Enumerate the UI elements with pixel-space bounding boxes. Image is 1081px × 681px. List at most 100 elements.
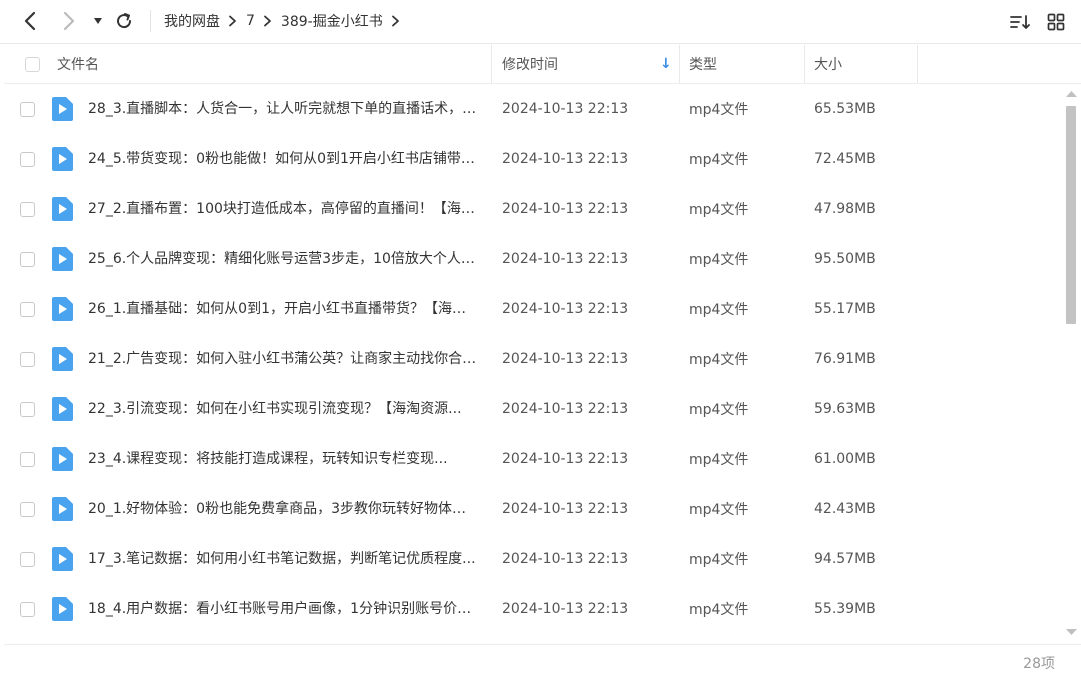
row-checkbox-cell[interactable] [20,84,35,134]
video-file-icon [52,397,73,421]
video-file-icon [52,147,73,171]
row-checkbox-cell[interactable] [20,284,35,334]
table-row[interactable]: 21_2.广告变现：如何入驻小红书蒲公英？让商家主动找你合作... 2024-10… [4,334,1062,384]
file-name-cell[interactable]: 26_1.直播基础：如何从0到1，开启小红书直播带货？【海淘资源... [88,284,478,334]
file-name-cell[interactable]: 20_1.好物体验：0粉也能免费拿商品，3步教你玩转好物体验... [88,484,478,534]
row-checkbox-cell[interactable] [20,484,35,534]
grid-view-button[interactable] [1045,11,1067,33]
history-dropdown-button[interactable] [90,8,106,34]
scroll-down-arrow-icon[interactable] [1065,628,1078,636]
file-name-cell[interactable]: 23_4.课程变现：将技能打造成课程，玩转知识专栏变现... [88,434,478,484]
row-checkbox-cell[interactable] [20,234,35,284]
file-name[interactable]: 23_4.课程变现：将技能打造成课程，玩转知识专栏变现... [88,434,478,484]
table-row[interactable]: 20_1.好物体验：0粉也能免费拿商品，3步教你玩转好物体验... 2024-10… [4,484,1062,534]
row-checkbox[interactable] [20,201,35,217]
video-file-icon [52,297,73,321]
row-checkbox-cell[interactable] [20,334,35,384]
file-name-cell[interactable]: 17_3.笔记数据：如何用小红书笔记数据，判断笔记优质程度... [88,534,478,584]
breadcrumb-item-root[interactable]: 我的网盘 [164,11,220,31]
file-name[interactable]: 24_5.带货变现：0粉也能做！如何从0到1开启小红书店铺带货？【海淘资源... [88,134,478,184]
column-header-modified[interactable]: 修改时间 [502,45,558,83]
select-all-checkbox-cell[interactable] [25,45,40,83]
file-name[interactable]: 25_6.个人品牌变现：精细化账号运营3步走，10倍放大个人价值... [88,234,478,284]
file-name[interactable]: 21_2.广告变现：如何入驻小红书蒲公英？让商家主动找你合作... [88,334,478,384]
row-checkbox-cell[interactable] [20,134,35,184]
column-divider [491,45,492,83]
row-checkbox[interactable] [20,351,35,367]
modified-time: 2024-10-13 22:13 [502,601,629,617]
file-name[interactable]: 27_2.直播布置：100块打造低成本，高停留的直播间！【海淘资源... [88,184,478,234]
file-size: 94.57MB [814,551,876,567]
row-checkbox-cell[interactable] [20,434,35,484]
table-row[interactable]: 23_4.课程变现：将技能打造成课程，玩转知识专栏变现... 2024-10-13… [4,434,1062,484]
table-row[interactable]: 22_3.引流变现：如何在小红书实现引流变现？【海淘资源... 2024-10-1… [4,384,1062,434]
modified-time: 2024-10-13 22:13 [502,551,629,567]
file-name-cell[interactable]: 28_3.直播脚本：人货合一，让人听完就想下单的直播话术，绝不冷场！【海淘资源.… [88,84,478,134]
file-name[interactable]: 28_3.直播脚本：人货合一，让人听完就想下单的直播话术，绝不冷场！【海淘资源.… [88,84,478,134]
file-name-cell[interactable]: 25_6.个人品牌变现：精细化账号运营3步走，10倍放大个人价值... [88,234,478,284]
row-checkbox[interactable] [20,151,35,167]
file-name-cell[interactable]: 24_5.带货变现：0粉也能做！如何从0到1开启小红书店铺带货？【海淘资源... [88,134,478,184]
table-row[interactable]: 18_4.用户数据：看小红书账号用户画像，1分钟识别账号价值... 2024-10… [4,584,1062,634]
row-checkbox[interactable] [20,251,35,267]
file-name[interactable]: 20_1.好物体验：0粉也能免费拿商品，3步教你玩转好物体验... [88,484,478,534]
file-name-cell[interactable]: 22_3.引流变现：如何在小红书实现引流变现？【海淘资源... [88,384,478,434]
file-type: mp4文件 [689,302,749,318]
file-size: 72.45MB [814,151,876,167]
modified-time: 2024-10-13 22:13 [502,501,629,517]
back-button[interactable] [18,8,42,34]
row-checkbox[interactable] [20,501,35,517]
scrollbar-thumb[interactable] [1066,106,1076,324]
row-checkbox-cell[interactable] [20,584,35,634]
vertical-scrollbar[interactable] [1062,84,1081,644]
file-name[interactable]: 22_3.引流变现：如何在小红书实现引流变现？【海淘资源... [88,384,478,434]
column-header-size[interactable]: 大小 [814,45,842,83]
file-name-cell[interactable]: 18_4.用户数据：看小红书账号用户画像，1分钟识别账号价值... [88,584,478,634]
file-type: mp4文件 [689,502,749,518]
row-checkbox[interactable] [20,551,35,567]
scroll-up-arrow-icon[interactable] [1065,90,1078,98]
table-row[interactable]: 28_3.直播脚本：人货合一，让人听完就想下单的直播话术，绝不冷场！【海淘资源.… [4,84,1062,134]
video-file-icon [52,497,73,521]
file-type: mp4文件 [689,252,749,268]
sort-desc-arrow-icon[interactable]: ↓ [660,45,672,83]
table-row[interactable]: 24_5.带货变现：0粉也能做！如何从0到1开启小红书店铺带货？【海淘资源...… [4,134,1062,184]
table-row[interactable]: 27_2.直播布置：100块打造低成本，高停留的直播间！【海淘资源... 2024… [4,184,1062,234]
row-checkbox[interactable] [20,101,35,117]
chevron-right-icon[interactable] [391,15,400,27]
select-all-checkbox[interactable] [25,56,40,72]
breadcrumb-item-current[interactable]: 389-掘金小红书 [281,11,383,31]
refresh-icon [117,13,132,29]
file-size: 42.43MB [814,501,876,517]
refresh-button[interactable] [112,8,136,34]
modified-time: 2024-10-13 22:13 [502,151,629,167]
file-size: 59.63MB [814,401,876,417]
row-checkbox[interactable] [20,601,35,617]
sort-button[interactable] [1009,11,1031,33]
forward-button[interactable] [57,8,81,34]
row-checkbox-cell[interactable] [20,184,35,234]
column-header-type[interactable]: 类型 [689,45,717,83]
column-divider [804,45,805,83]
row-checkbox[interactable] [20,401,35,417]
chevron-right-icon [263,15,272,27]
table-row[interactable]: 26_1.直播基础：如何从0到1，开启小红书直播带货？【海淘资源... 2024-… [4,284,1062,334]
file-name[interactable]: 26_1.直播基础：如何从0到1，开启小红书直播带货？【海淘资源... [88,284,478,334]
row-checkbox[interactable] [20,451,35,467]
column-header-name[interactable]: 文件名 [57,45,99,83]
row-checkbox-cell[interactable] [20,384,35,434]
row-checkbox[interactable] [20,301,35,317]
table-row[interactable]: 17_3.笔记数据：如何用小红书笔记数据，判断笔记优质程度... 2024-10-… [4,534,1062,584]
row-checkbox-cell[interactable] [20,534,35,584]
file-name[interactable]: 18_4.用户数据：看小红书账号用户画像，1分钟识别账号价值... [88,584,478,634]
breadcrumb-item-folder-7[interactable]: 7 [246,13,255,29]
file-name[interactable]: 17_3.笔记数据：如何用小红书笔记数据，判断笔记优质程度... [88,534,478,584]
table-row[interactable]: 25_6.个人品牌变现：精细化账号运营3步走，10倍放大个人价值... 2024-… [4,234,1062,284]
file-name-cell[interactable]: 27_2.直播布置：100块打造低成本，高停留的直播间！【海淘资源... [88,184,478,234]
column-divider [679,45,680,83]
file-type: mp4文件 [689,602,749,618]
chevron-left-icon [24,11,36,31]
file-type: mp4文件 [689,402,749,418]
video-file-icon [52,247,73,271]
file-name-cell[interactable]: 21_2.广告变现：如何入驻小红书蒲公英？让商家主动找你合作... [88,334,478,384]
